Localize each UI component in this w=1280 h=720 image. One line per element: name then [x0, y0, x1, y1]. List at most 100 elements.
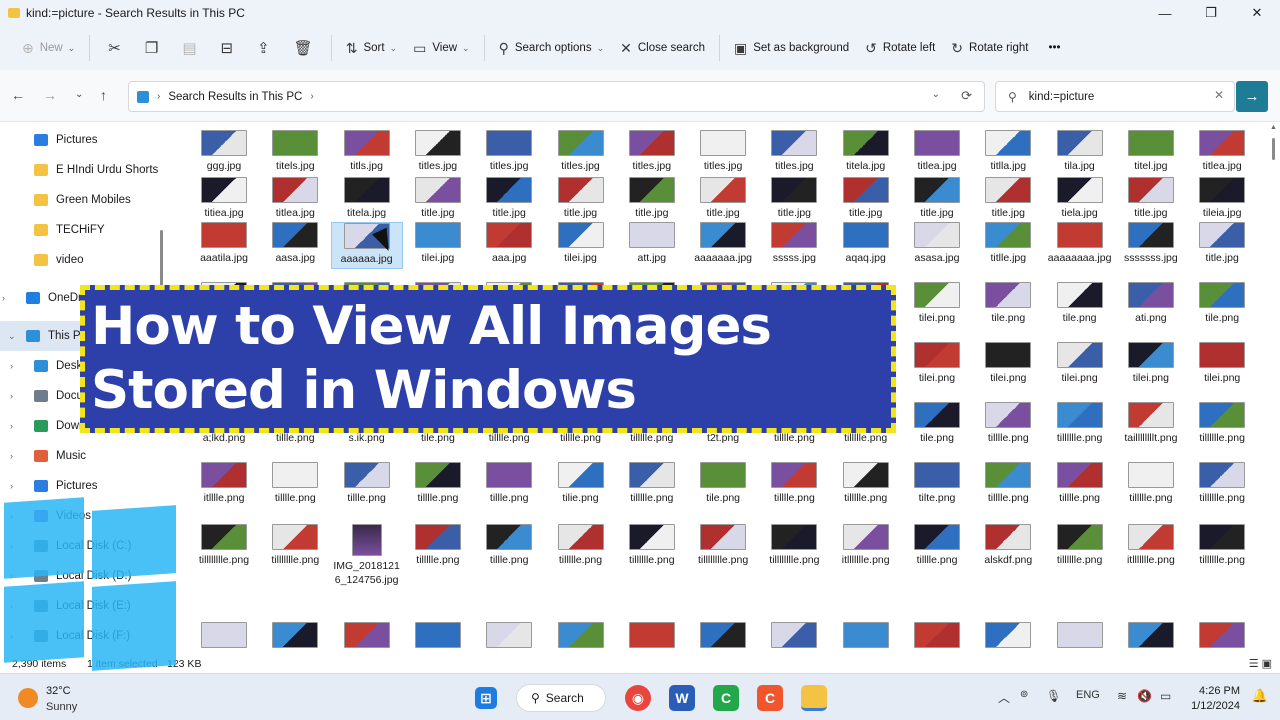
file-tile[interactable]: title.jpg	[901, 177, 973, 220]
search-options-button[interactable]: ⚲ Search options ⌄	[491, 33, 613, 63]
scroll-thumb[interactable]	[1272, 138, 1275, 160]
file-tile[interactable]: tilllllle.png	[1186, 402, 1258, 445]
file-tile[interactable]: titlle.jpg	[972, 222, 1044, 265]
file-tile[interactable]: aaaaaaaa.jpg	[1044, 222, 1116, 265]
taskbar-search[interactable]: ⚲ Search	[516, 684, 606, 712]
chevron-right-icon[interactable]: ›	[10, 571, 20, 581]
file-tile[interactable]: titlla.jpg	[972, 130, 1044, 173]
file-tile[interactable]	[687, 622, 759, 648]
file-tile[interactable]: titiea.jpg	[188, 177, 260, 220]
file-tile[interactable]: titels.jpg	[259, 130, 331, 173]
sidebar-item[interactable]: › Local Disk (E:)	[10, 591, 131, 621]
rotate-left-button[interactable]: ↺ Rotate left	[857, 33, 943, 63]
sidebar-item[interactable]: › Music	[10, 441, 86, 471]
file-tile[interactable]	[972, 622, 1044, 648]
chevron-right-icon[interactable]: ›	[10, 391, 20, 401]
file-tile[interactable]: tilllle.png	[758, 462, 830, 505]
file-tile[interactable]: tile.png	[687, 462, 759, 505]
file-tile[interactable]: tilllllllle.png	[687, 524, 759, 567]
file-tile[interactable]: tilei.jpg	[545, 222, 617, 265]
file-tile[interactable]	[1186, 622, 1258, 648]
file-tile[interactable]: itllllllle.png	[830, 524, 902, 567]
tray-overflow-icon[interactable]: ︿	[998, 689, 1010, 706]
weather-temperature[interactable]: 32°C	[46, 685, 71, 697]
back-arrow-icon[interactable]: ←	[11, 87, 25, 103]
refresh-icon[interactable]: ⟳	[961, 88, 972, 104]
file-tile[interactable]	[1115, 622, 1187, 648]
file-tile[interactable]: tillle.png	[473, 462, 545, 505]
file-tile[interactable]	[616, 622, 688, 648]
sidebar-item[interactable]: › Local Disk (F:)	[10, 621, 130, 651]
breadcrumb-location[interactable]: Search Results in This PC	[168, 91, 302, 103]
notification-bell-icon[interactable]: 🔔	[1252, 688, 1268, 704]
file-tile[interactable]: alskdf.png	[972, 524, 1044, 567]
address-dropdown-icon[interactable]: ⌄	[932, 89, 940, 100]
file-tile[interactable]: tilie.png	[545, 462, 617, 505]
file-tile[interactable]: tillllle.png	[1115, 462, 1187, 505]
file-tile[interactable]	[901, 622, 973, 648]
chevron-right-icon[interactable]: ›	[10, 601, 20, 611]
file-tile[interactable]: aasa.jpg	[259, 222, 331, 265]
maximize-button[interactable]: ❐	[1188, 0, 1234, 26]
file-tile[interactable]: tillle.png	[331, 462, 403, 505]
sidebar-item[interactable]: › Local Disk (D:)	[10, 561, 131, 591]
file-tile[interactable]: tilllle.png	[1044, 462, 1116, 505]
clear-search-icon[interactable]: ✕	[1214, 88, 1224, 102]
file-tile[interactable]: ati.png	[1115, 282, 1187, 325]
file-tile[interactable]: title.jpg	[616, 177, 688, 220]
file-tile[interactable]	[758, 622, 830, 648]
search-go-button[interactable]: →	[1236, 81, 1268, 112]
view-button[interactable]: ▭ View ⌄	[405, 33, 478, 63]
file-tile[interactable]: tilte.png	[901, 462, 973, 505]
file-tile[interactable]: titls.jpg	[331, 130, 403, 173]
file-tile[interactable]: title.jpg	[473, 177, 545, 220]
file-tile[interactable]: tilllle.png	[402, 462, 474, 505]
file-tile[interactable]: tillllllle.png	[259, 524, 331, 567]
file-tile[interactable]	[545, 622, 617, 648]
file-tile[interactable]: title.jpg	[830, 177, 902, 220]
file-tile[interactable]	[259, 622, 331, 648]
file-tile[interactable]: titles.jpg	[473, 130, 545, 173]
share-button[interactable]: ⇪	[245, 33, 282, 63]
sidebar-item[interactable]: video	[34, 245, 84, 275]
minimize-button[interactable]: —	[1142, 0, 1188, 26]
address-bar[interactable]: › Search Results in This PC › ⌄ ⟳	[128, 81, 985, 112]
file-tile[interactable]: tilllllle.png	[1186, 524, 1258, 567]
file-tile[interactable]: title.jpg	[1186, 222, 1258, 265]
sidebar-item[interactable]: E HIndi Urdu Shorts	[34, 155, 158, 185]
word-icon[interactable]: W	[669, 685, 695, 711]
file-tile[interactable]: title.jpg	[972, 177, 1044, 220]
file-tile[interactable]: tile.png	[1044, 282, 1116, 325]
file-tile[interactable]: titela.jpg	[830, 130, 902, 173]
file-tile[interactable]: tilllle.png	[901, 524, 973, 567]
file-tile[interactable]	[473, 622, 545, 648]
file-tile[interactable]: tilei.png	[901, 342, 973, 385]
more-button[interactable]: •••	[1036, 33, 1072, 63]
file-tile[interactable]: att.jpg	[616, 222, 688, 265]
file-tile[interactable]: tileia.jpg	[1186, 177, 1258, 220]
close-button[interactable]: ✕	[1234, 0, 1280, 26]
file-tile[interactable]: tiela.jpg	[1044, 177, 1116, 220]
file-tile[interactable]: tilllllle.png	[1186, 462, 1258, 505]
file-tile[interactable]: tilei.png	[1186, 342, 1258, 385]
camtasia-green-icon[interactable]: C	[713, 685, 739, 711]
file-tile[interactable]: asasa.jpg	[901, 222, 973, 265]
scroll-up-icon[interactable]: ▲	[1270, 124, 1277, 131]
file-tile[interactable]: tilei.png	[901, 282, 973, 325]
language-indicator[interactable]: ENG	[1076, 689, 1100, 701]
chevron-down-icon[interactable]: ⌄	[8, 331, 18, 342]
file-tile[interactable]	[188, 622, 260, 648]
file-tile[interactable]: titles.jpg	[616, 130, 688, 173]
file-tile[interactable]: titlea.jpg	[901, 130, 973, 173]
file-tile[interactable]: tilei.png	[1044, 342, 1116, 385]
file-tile[interactable]: itllllllle.png	[1115, 524, 1187, 567]
microphone-icon[interactable]: 🎙	[1046, 689, 1061, 703]
file-tile[interactable]: tilllle.png	[259, 462, 331, 505]
sidebar-item[interactable]: Green Mobiles	[34, 185, 131, 215]
file-tile[interactable]: tilei.jpg	[402, 222, 474, 265]
file-tile[interactable]: tile.png	[901, 402, 973, 445]
file-tile[interactable]: taillllllllt.png	[1115, 402, 1187, 445]
file-tile[interactable]: titel.jpg	[1115, 130, 1187, 173]
file-tile[interactable]: tilllllle.png	[616, 524, 688, 567]
chevron-right-icon[interactable]: ›	[10, 451, 20, 461]
